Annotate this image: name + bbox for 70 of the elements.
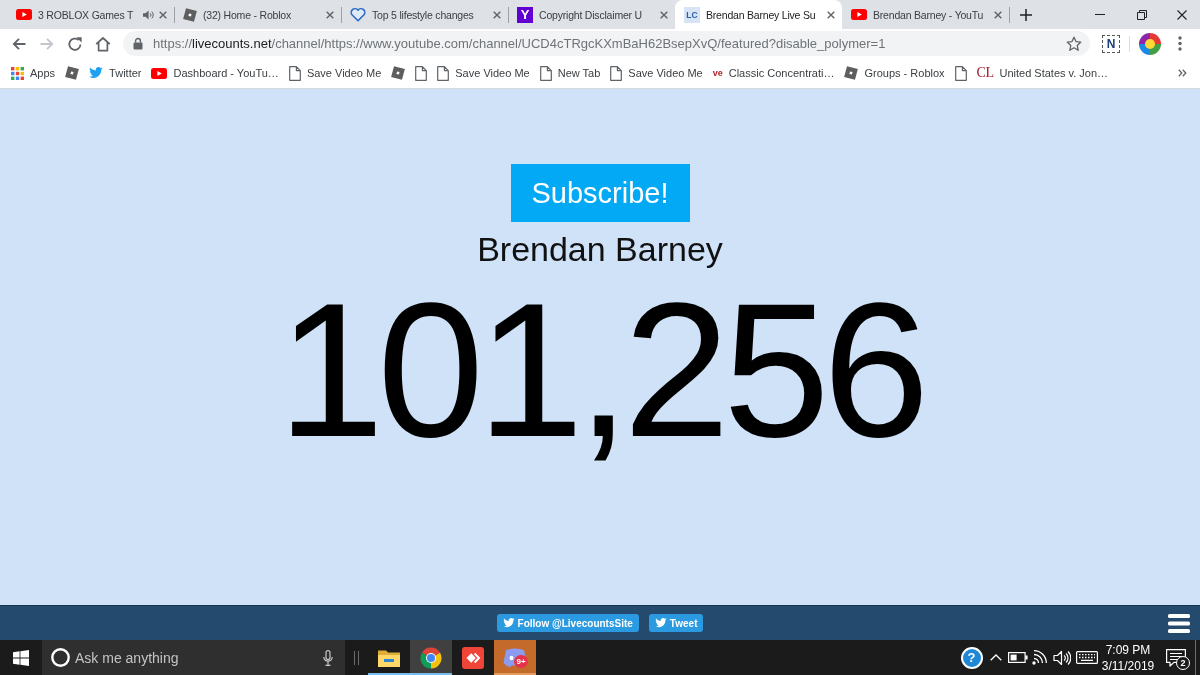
back-arrow-icon[interactable] [11,35,27,52]
browser-tab[interactable]: LC Brendan Barney Live Su [675,0,842,29]
video-play-icon [16,9,32,20]
document-icon [288,65,301,81]
bookmark[interactable]: Save Video Me [605,61,708,85]
bookmark[interactable]: Apps [6,61,61,85]
notification-count: 2 [1176,656,1190,670]
document-icon [610,65,623,81]
help-button[interactable]: ? [960,646,983,669]
bookmark[interactable]: Save Video Me [283,61,387,85]
bookmark[interactable]: ve Classic Concentrati… [707,61,840,85]
speaker-icon[interactable] [1052,649,1071,666]
star-icon[interactable] [1066,35,1082,52]
extension-button[interactable]: N [1102,34,1120,53]
folder-icon [378,648,400,667]
keyboard-icon[interactable] [1075,651,1098,664]
restore-icon[interactable] [1137,9,1147,20]
taskbar-app-button[interactable] [410,640,452,675]
message-icon[interactable] [1165,648,1186,667]
reload-icon[interactable] [67,35,83,52]
four-squares-icon [13,649,29,666]
double-bar-icon[interactable] [354,650,359,665]
bird-icon [89,67,104,79]
menu-icon[interactable] [1168,613,1190,633]
wifi-icon[interactable] [1031,650,1048,665]
document-icon [437,65,450,81]
subscriber-count: 101,256 [277,270,923,470]
clock-time[interactable]: 7:09 PM [1105,641,1151,658]
bookmark[interactable]: Twitter [84,61,147,85]
letter-favicon: Y [517,6,533,23]
taskbar-app-button[interactable]: 9+ [494,640,536,675]
battery-icon[interactable] [1008,652,1028,663]
browser-tab[interactable]: Brendan Barney - YouTu [842,0,1009,29]
bookmark[interactable]: Groups - Roblox [839,61,950,85]
chevron-up-icon[interactable] [990,654,1002,661]
document-icon [415,65,428,81]
clock-date[interactable]: 3/11/2019 [1101,657,1155,674]
letter-favicon: ve [712,68,723,78]
video-play-icon [851,9,867,20]
notification-badge: 9+ [514,655,528,668]
search-field[interactable]: Ask me anything [75,647,323,668]
bookmark[interactable]: New Tab [534,61,606,85]
document-icon [539,65,552,81]
ring-icon [51,648,70,667]
home-icon[interactable] [95,35,111,52]
channel-name: Brendan Barney [477,229,723,269]
heart-icon [350,7,366,22]
bookmark[interactable]: CL United States v. Jon… [971,61,1114,85]
address-bar[interactable]: https://livecounts.net/channel/https://www.youtube.com/channel/UCD4cTRgcKXmBaH62BsepXvQ/featured?disable_polymer=1 [123,31,1090,56]
close-icon[interactable] [827,10,835,19]
video-play-icon [151,67,168,79]
lock-icon [133,37,143,50]
document-icon [954,65,967,81]
microphone-icon[interactable] [323,649,333,666]
bookmark[interactable]: Save Video Me [432,61,535,85]
close-icon[interactable] [1176,9,1187,20]
grid-icon [11,66,24,80]
bookmark[interactable]: Dashboard - YouTu… [146,61,284,85]
browser-logo-icon [420,646,442,669]
taskbar-search[interactable]: Ask me anything [42,640,345,675]
plus-icon[interactable] [1020,8,1032,21]
bird-icon [502,618,515,628]
url-text: https://livecounts.net/channel/https://www.youtube.com/channel/UCD4cTRgcKXmBaH62BsepXvQ/featured?disable_polymer=1 [153,36,887,51]
avatar-icon[interactable] [1139,32,1161,55]
double-chevron-icon[interactable] [1178,69,1187,77]
bird-icon [654,618,667,628]
diamond-tile-icon [462,646,484,669]
more-icon[interactable] [1178,36,1182,51]
letter-favicon: LC [684,6,700,23]
letter-favicon: CL [976,65,994,81]
